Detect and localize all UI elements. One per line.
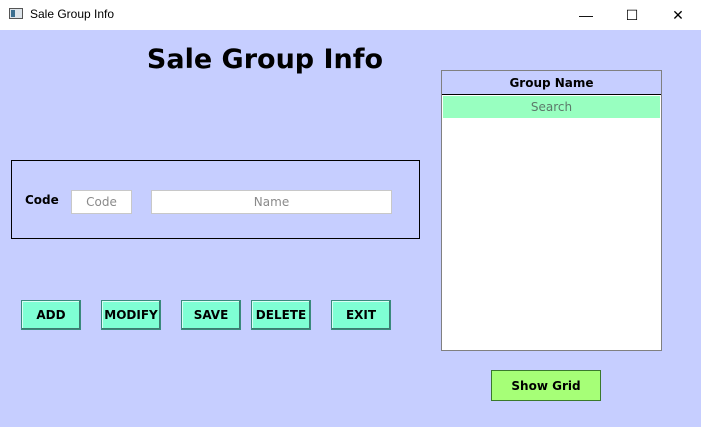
- close-icon: ✕: [672, 6, 684, 23]
- form-client-area: Sale Group Info Code ADD MODIFY SAVE DEL…: [0, 30, 701, 427]
- code-label: Code: [25, 193, 59, 207]
- code-group-box: Code: [11, 160, 420, 239]
- delete-button[interactable]: DELETE: [251, 300, 311, 330]
- page-title: Sale Group Info: [146, 44, 384, 75]
- exit-button[interactable]: EXIT: [331, 300, 391, 330]
- minimize-icon: —: [579, 7, 593, 23]
- name-input[interactable]: [151, 190, 392, 214]
- maximize-icon: ☐: [625, 6, 639, 23]
- add-button[interactable]: ADD: [21, 300, 81, 330]
- minimize-button[interactable]: —: [563, 0, 609, 30]
- code-input[interactable]: [71, 190, 132, 214]
- grid-column-header[interactable]: Group Name: [442, 71, 661, 95]
- app-icon: [9, 8, 23, 19]
- title-bar: Sale Group Info — ☐ ✕: [0, 0, 701, 30]
- show-grid-button[interactable]: Show Grid: [491, 370, 601, 401]
- grid-search-input[interactable]: [443, 96, 660, 118]
- save-button[interactable]: SAVE: [181, 300, 241, 330]
- close-button[interactable]: ✕: [655, 0, 701, 30]
- group-name-grid[interactable]: Group Name: [441, 70, 662, 351]
- maximize-button[interactable]: ☐: [609, 0, 655, 30]
- modify-button[interactable]: MODIFY: [101, 300, 161, 330]
- window-title: Sale Group Info: [30, 7, 115, 21]
